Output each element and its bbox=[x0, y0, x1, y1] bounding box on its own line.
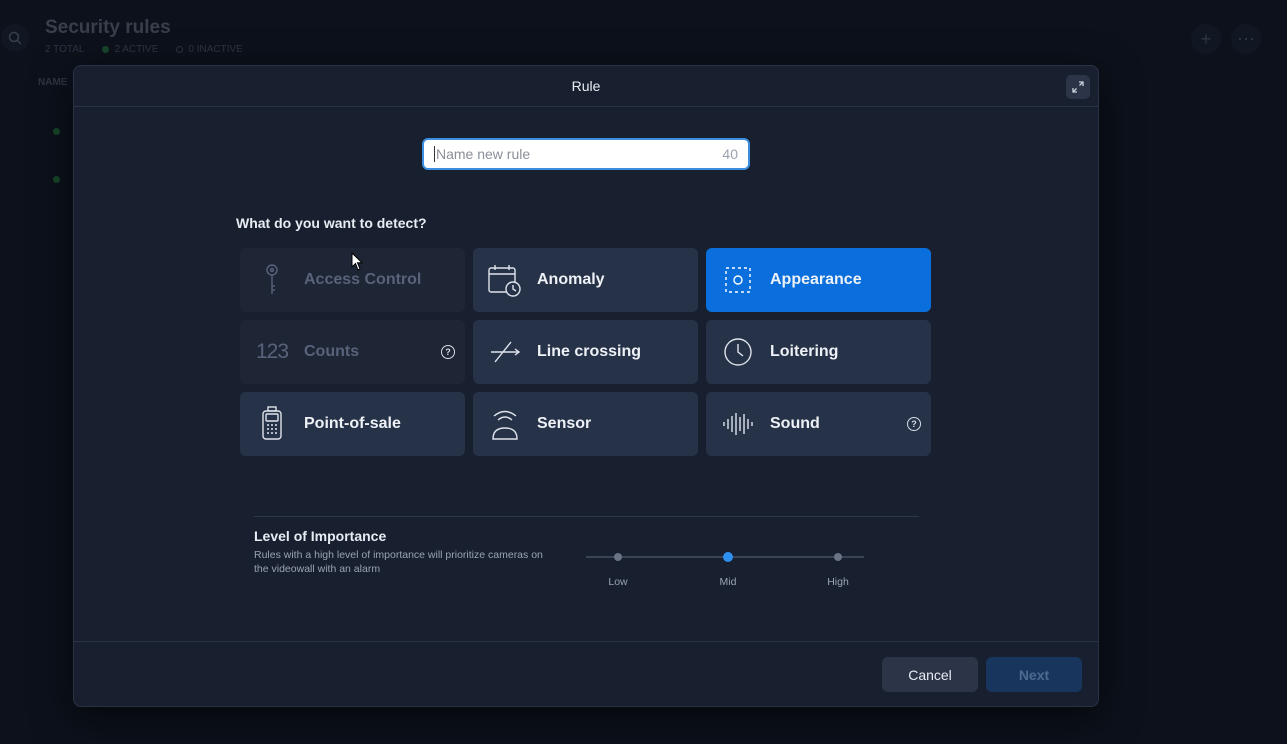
dialog-title: Rule bbox=[571, 78, 601, 94]
slider-stop-low[interactable] bbox=[614, 553, 622, 561]
add-rule-button[interactable]: + bbox=[1191, 24, 1221, 54]
option-label: Sound bbox=[770, 415, 820, 432]
cancel-button[interactable]: Cancel bbox=[882, 657, 978, 692]
sensor-icon bbox=[487, 406, 523, 442]
slider-thumb[interactable] bbox=[723, 552, 733, 562]
option-line-crossing[interactable]: Line crossing bbox=[473, 320, 698, 384]
option-point-of-sale[interactable]: Point-of-sale bbox=[240, 392, 465, 456]
inactive-count: 0 INACTIVE bbox=[176, 44, 243, 55]
mouse-cursor-icon bbox=[351, 252, 363, 271]
sound-wave-icon bbox=[720, 406, 756, 442]
key-icon bbox=[254, 262, 290, 298]
row-status-dot bbox=[53, 176, 60, 183]
detect-question: What do you want to detect? bbox=[236, 215, 427, 231]
importance-description: Rules with a high level of importance wi… bbox=[254, 549, 543, 575]
importance-slider[interactable]: Low Mid High bbox=[586, 548, 864, 588]
numbers-icon: 123 bbox=[255, 340, 289, 363]
option-label: Appearance bbox=[770, 271, 862, 288]
row-status-dot bbox=[53, 128, 60, 135]
rule-name-input[interactable] bbox=[436, 146, 723, 162]
char-limit-counter: 40 bbox=[722, 146, 738, 162]
slider-stop-high[interactable] bbox=[834, 553, 842, 561]
option-label: Sensor bbox=[537, 415, 592, 432]
option-loitering[interactable]: Loitering bbox=[706, 320, 931, 384]
active-dot-icon bbox=[102, 45, 110, 53]
total-count: 2 TOTAL bbox=[45, 44, 85, 55]
rule-stats: 2 TOTAL 2 ACTIVE 0 INACTIVE bbox=[45, 44, 243, 55]
next-button[interactable]: Next bbox=[986, 657, 1082, 692]
option-label: Anomaly bbox=[537, 271, 605, 288]
rule-name-field[interactable]: 40 bbox=[422, 138, 750, 170]
calendar-clock-icon bbox=[487, 262, 523, 298]
column-header-name: NAME bbox=[38, 77, 68, 88]
text-caret bbox=[434, 146, 435, 162]
option-appearance[interactable]: Appearance bbox=[706, 248, 931, 312]
option-sensor[interactable]: Sensor bbox=[473, 392, 698, 456]
search-icon bbox=[8, 31, 22, 45]
option-sound[interactable]: Sound ? bbox=[706, 392, 931, 456]
help-icon[interactable]: ? bbox=[441, 345, 455, 359]
appearance-icon bbox=[720, 262, 756, 298]
option-counts: 123 Counts ? bbox=[240, 320, 465, 384]
page-title: Security rules bbox=[45, 17, 171, 38]
pos-terminal-icon bbox=[254, 406, 290, 442]
help-icon[interactable]: ? bbox=[907, 417, 921, 431]
dialog-header: Rule bbox=[74, 66, 1098, 107]
section-divider bbox=[254, 516, 919, 517]
option-label: Point-of-sale bbox=[304, 415, 401, 432]
clock-icon bbox=[720, 334, 756, 370]
more-options-button[interactable]: ⋯ bbox=[1231, 24, 1261, 54]
option-label: Access Control bbox=[304, 271, 422, 288]
expand-icon bbox=[1072, 81, 1084, 93]
active-count: 2 ACTIVE bbox=[102, 44, 158, 55]
footer-divider bbox=[74, 641, 1098, 642]
importance-title: Level of Importance bbox=[254, 528, 387, 544]
plus-icon: + bbox=[1200, 28, 1212, 49]
inactive-dot-icon bbox=[176, 45, 184, 53]
search-button[interactable] bbox=[1, 24, 29, 52]
rule-dialog: Rule 40 What do you want to detect? Acce… bbox=[73, 65, 1099, 707]
detect-options-grid: Access Control Anomaly Appearance 123 Co… bbox=[240, 248, 931, 456]
level-label-mid: Mid bbox=[719, 576, 737, 588]
option-label: Line crossing bbox=[537, 343, 642, 360]
option-anomaly[interactable]: Anomaly bbox=[473, 248, 698, 312]
expand-button[interactable] bbox=[1066, 75, 1090, 99]
line-crossing-icon bbox=[487, 334, 523, 370]
option-label: Counts bbox=[304, 343, 360, 360]
more-icon: ⋯ bbox=[1237, 28, 1255, 49]
level-label-low: Low bbox=[608, 576, 628, 588]
level-label-high: High bbox=[827, 576, 849, 588]
option-label: Loitering bbox=[770, 343, 839, 360]
